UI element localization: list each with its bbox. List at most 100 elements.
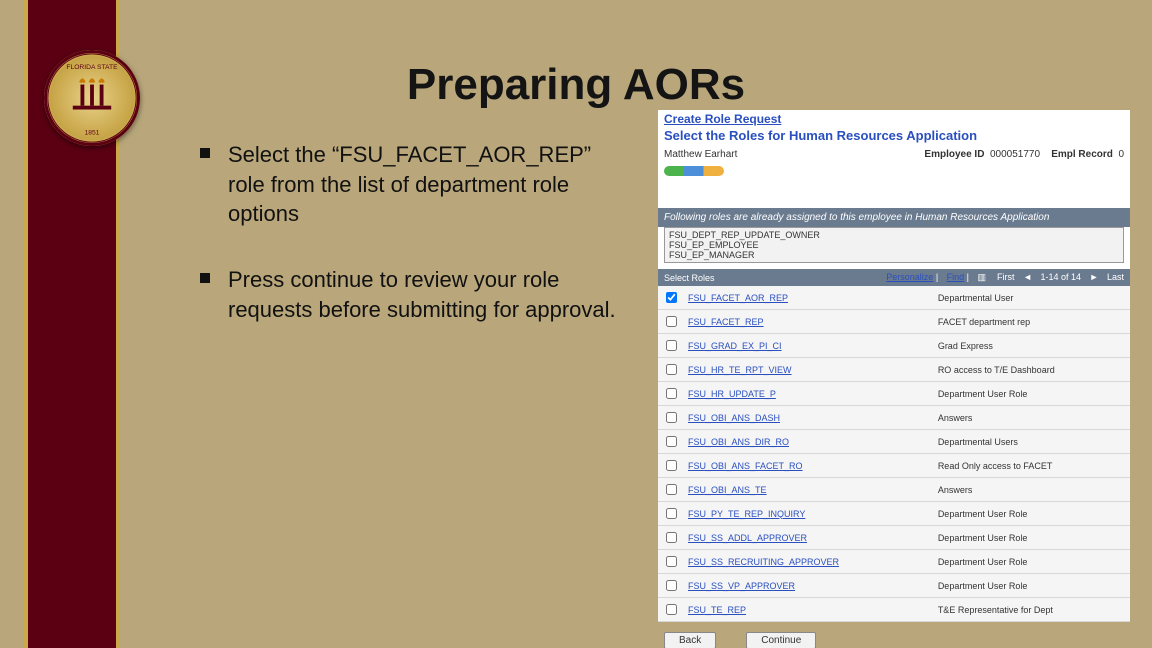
role-checkbox-cell (658, 454, 684, 478)
role-name: FSU_OBI_ANS_DIR_RO (684, 430, 934, 454)
role-checkbox-cell (658, 550, 684, 574)
role-link[interactable]: FSU_TE_REP (688, 605, 746, 615)
next-icon[interactable]: ► (1090, 272, 1099, 282)
table-row: FSU_OBI_ANS_DIR_RO Departmental Users (658, 430, 1130, 454)
role-checkbox[interactable] (666, 292, 677, 303)
role-name: FSU_FACET_REP (684, 310, 934, 334)
role-name: FSU_FACET_AOR_REP (684, 286, 934, 310)
table-row: FSU_SS_ADDL_APPROVER Department User Role (658, 526, 1130, 550)
role-checkbox[interactable] (666, 436, 677, 447)
role-link[interactable]: FSU_SS_ADDL_APPROVER (688, 533, 807, 543)
empl-record-label: Empl Record (1051, 149, 1113, 160)
personalize-link[interactable]: Personalize (886, 272, 933, 282)
row-count: 1-14 of 14 (1041, 272, 1082, 282)
continue-button[interactable]: Continue (746, 632, 816, 648)
table-row: FSU_SS_RECRUITING_APPROVER Department Use… (658, 550, 1130, 574)
first-link[interactable]: First (997, 272, 1015, 282)
role-name: FSU_SS_ADDL_APPROVER (684, 526, 934, 550)
role-checkbox[interactable] (666, 364, 677, 375)
grid-icon[interactable]: ▥ (978, 272, 987, 282)
role-checkbox[interactable] (666, 412, 677, 423)
bullet-list: Select the “FSU_FACET_AOR_REP” role from… (200, 140, 630, 360)
roles-table: FSU_FACET_AOR_REPDepartmental UserFSU_FA… (658, 286, 1130, 622)
role-link[interactable]: FSU_OBI_ANS_TE (688, 485, 767, 495)
role-link[interactable]: FSU_GRAD_EX_PI_CI (688, 341, 782, 351)
role-desc: Department User Role (934, 526, 1130, 550)
employee-id-value: 000051770 (990, 149, 1040, 160)
role-desc: Read Only access to FACET (934, 454, 1130, 478)
roles-table-header: Select Roles Personalize | Find | ▥ Firs… (658, 269, 1130, 286)
select-roles-heading: Select the Roles for Human Resources App… (658, 128, 1130, 147)
role-link[interactable]: FSU_OBI_ANS_FACET_RO (688, 461, 803, 471)
role-checkbox[interactable] (666, 340, 677, 351)
find-link[interactable]: Find (947, 272, 965, 282)
role-link[interactable]: FSU_SS_RECRUITING_APPROVER (688, 557, 839, 567)
role-name: FSU_OBI_ANS_TE (684, 478, 934, 502)
role-name: FSU_SS_RECRUITING_APPROVER (684, 550, 934, 574)
table-row: FSU_OBI_ANS_TE Answers (658, 478, 1130, 502)
role-checkbox[interactable] (666, 460, 677, 471)
role-link[interactable]: FSU_OBI_ANS_DIR_RO (688, 437, 789, 447)
slide-title: Preparing AORs (0, 60, 1152, 110)
role-link[interactable]: FSU_OBI_ANS_DASH (688, 413, 780, 423)
role-checkbox[interactable] (666, 556, 677, 567)
role-desc: T&E Representative for Dept (934, 598, 1130, 622)
role-checkbox[interactable] (666, 604, 677, 615)
role-link[interactable]: FSU_FACET_AOR_REP (688, 293, 788, 303)
role-name: FSU_GRAD_EX_PI_CI (684, 334, 934, 358)
role-link[interactable]: FSU_PY_TE_REP_INQUIRY (688, 509, 805, 519)
table-row: FSU_FACET_AOR_REPDepartmental User (658, 286, 1130, 310)
last-link[interactable]: Last (1107, 272, 1124, 282)
role-checkbox[interactable] (666, 316, 677, 327)
role-name: FSU_SS_VP_APPROVER (684, 574, 934, 598)
bullet-item: Select the “FSU_FACET_AOR_REP” role from… (200, 140, 630, 229)
assigned-note: Following roles are already assigned to … (658, 208, 1130, 227)
app-screenshot: Create Role Request Select the Roles for… (658, 110, 1130, 600)
role-desc: Department User Role (934, 574, 1130, 598)
role-checkbox[interactable] (666, 508, 677, 519)
role-desc: RO access to T/E Dashboard (934, 358, 1130, 382)
role-link[interactable]: FSU_HR_TE_RPT_VIEW (688, 365, 792, 375)
table-row: FSU_HR_TE_RPT_VIEW RO access to T/E Dashb… (658, 358, 1130, 382)
assigned-role: FSU_EP_EMPLOYEE (669, 240, 1119, 250)
role-checkbox-cell (658, 382, 684, 406)
prev-icon[interactable]: ◄ (1023, 272, 1032, 282)
table-row: FSU_TE_REP T&E Representative for Dept (658, 598, 1130, 622)
employee-name: Matthew Earhart (664, 149, 737, 160)
role-link[interactable]: FSU_FACET_REP (688, 317, 764, 327)
role-name: FSU_HR_UPDATE_P (684, 382, 934, 406)
role-checkbox-cell (658, 502, 684, 526)
back-button[interactable]: Back (664, 632, 716, 648)
role-checkbox[interactable] (666, 484, 677, 495)
role-checkbox[interactable] (666, 580, 677, 591)
role-checkbox-cell (658, 574, 684, 598)
table-row: FSU_SS_VP_APPROVER Department User Role (658, 574, 1130, 598)
empl-record-value: 0 (1118, 149, 1124, 160)
role-checkbox-cell (658, 478, 684, 502)
role-desc: Departmental Users (934, 430, 1130, 454)
role-name: FSU_HR_TE_RPT_VIEW (684, 358, 934, 382)
role-desc: Grad Express (934, 334, 1130, 358)
role-checkbox[interactable] (666, 532, 677, 543)
create-role-link[interactable]: Create Role Request (664, 112, 781, 126)
slide: FLORIDA STATE 1851 Preparing AORs Select… (0, 0, 1152, 648)
role-link[interactable]: FSU_SS_VP_APPROVER (688, 581, 795, 591)
role-name: FSU_OBI_ANS_FACET_RO (684, 454, 934, 478)
role-name: FSU_TE_REP (684, 598, 934, 622)
role-desc: Department User Role (934, 502, 1130, 526)
assigned-roles-box: FSU_DEPT_REP_UPDATE_OWNER FSU_EP_EMPLOYE… (664, 227, 1124, 263)
role-desc: Answers (934, 478, 1130, 502)
bullet-item: Press continue to review your role reque… (200, 265, 630, 324)
table-row: FSU_OBI_ANS_FACET_RO Read Only access to … (658, 454, 1130, 478)
role-desc: FACET department rep (934, 310, 1130, 334)
role-desc: Department User Role (934, 550, 1130, 574)
assigned-role: FSU_EP_MANAGER (669, 250, 1119, 260)
role-checkbox-cell (658, 358, 684, 382)
table-row: FSU_OBI_ANS_DASHAnswers (658, 406, 1130, 430)
role-checkbox[interactable] (666, 388, 677, 399)
role-link[interactable]: FSU_HR_UPDATE_P (688, 389, 776, 399)
employee-row: Matthew Earhart Employee ID 000051770 Em… (658, 147, 1130, 162)
table-row: FSU_HR_UPDATE_PDepartment User Role (658, 382, 1130, 406)
role-checkbox-cell (658, 310, 684, 334)
employee-id-label: Employee ID (924, 149, 984, 160)
